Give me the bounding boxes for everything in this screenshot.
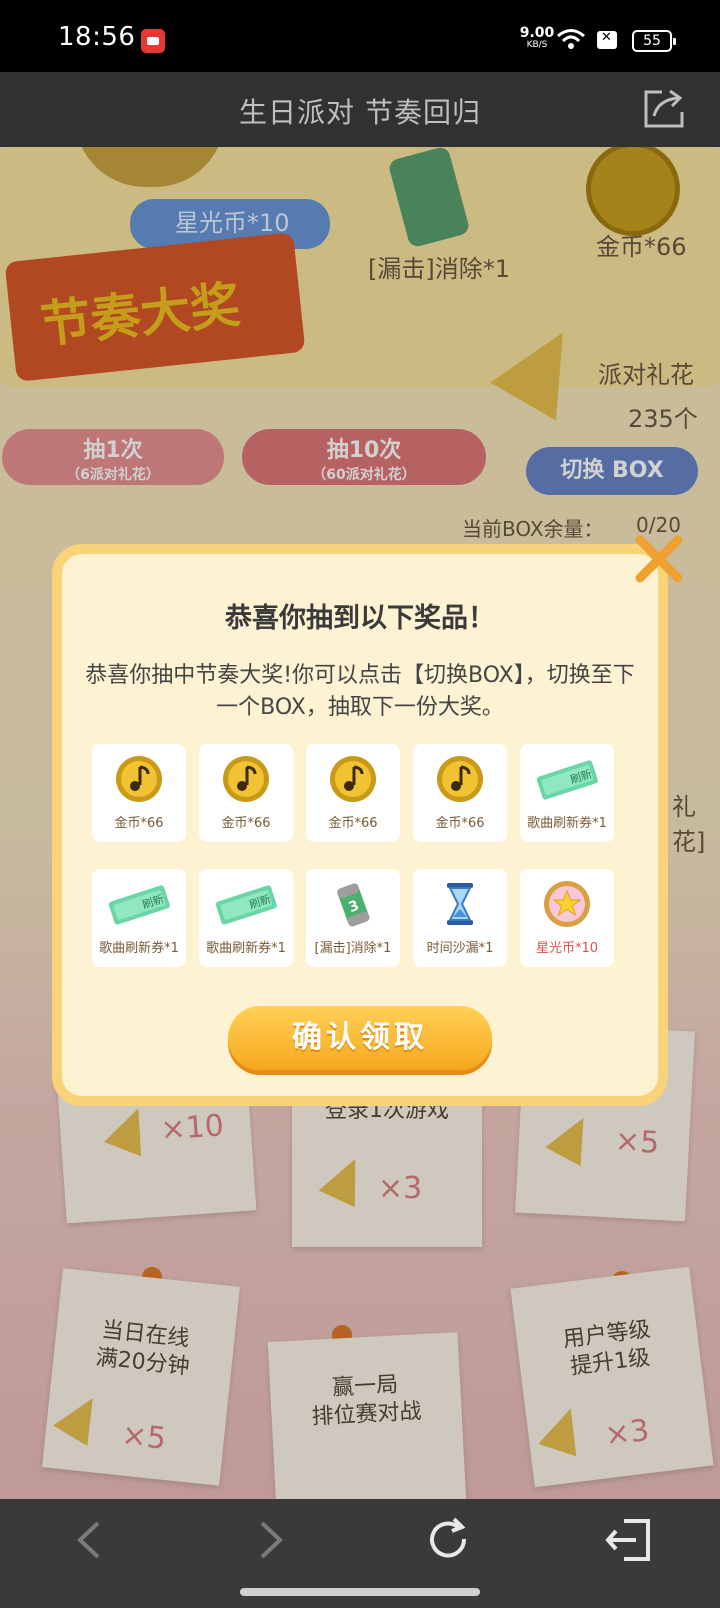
prize-item: 3 [漏击]消除*1 — [306, 869, 400, 967]
refresh-icon[interactable] — [424, 1515, 474, 1565]
prize-label: 星光币*10 — [535, 941, 599, 956]
gold-coin-icon — [330, 756, 376, 802]
gold-coin-icon — [116, 756, 162, 802]
refresh-ticket-icon: 刷新 — [215, 885, 277, 925]
prize-label: [漏击]消除*1 — [314, 941, 392, 956]
prize-item: 金币*66 — [306, 744, 400, 842]
refresh-ticket-icon: 刷新 — [108, 885, 170, 925]
prize-label: 金币*66 — [328, 816, 378, 831]
prize-label: 歌曲刷新券*1 — [99, 941, 179, 956]
gold-coin-icon — [223, 756, 269, 802]
prize-item: 金币*66 — [413, 744, 507, 842]
network-speed-unit: KB/S — [526, 40, 548, 50]
exit-icon[interactable] — [604, 1515, 654, 1565]
network-speed: 9.00 KB/S — [517, 26, 557, 50]
no-sim-icon — [597, 30, 617, 49]
prize-dialog: 恭喜你抽到以下奖品！ 恭喜你抽中节奏大奖!你可以点击【切换BOX】，切换至下一个… — [52, 544, 668, 1106]
prize-item: 金币*66 — [92, 744, 186, 842]
prize-label: 金币*66 — [114, 816, 164, 831]
prize-item: 星光币*10 — [520, 869, 614, 967]
prize-item: 刷新 歌曲刷新券*1 — [199, 869, 293, 967]
refresh-ticket-icon: 刷新 — [536, 760, 598, 800]
battery-icon: 55 — [632, 30, 676, 52]
status-bar: 18:56 9.00 KB/S 55 — [0, 0, 720, 72]
prize-item: 金币*66 — [199, 744, 293, 842]
prize-label: 时间沙漏*1 — [426, 941, 494, 956]
prize-label: 金币*66 — [435, 816, 485, 831]
confirm-claim-button[interactable]: 确认领取 — [228, 1006, 492, 1070]
back-icon[interactable] — [66, 1515, 116, 1565]
gold-coin-icon — [437, 756, 483, 802]
miss-clear-battery-icon: 3 — [337, 883, 370, 927]
status-time: 18:56 — [58, 22, 136, 52]
screen-record-icon — [141, 29, 165, 53]
forward-icon[interactable] — [244, 1515, 294, 1565]
wifi-icon — [557, 29, 585, 49]
prize-label: 歌曲刷新券*1 — [206, 941, 286, 956]
network-speed-value: 9.00 — [519, 25, 555, 41]
prize-item: 刷新 歌曲刷新券*1 — [520, 744, 614, 842]
close-icon[interactable] — [630, 530, 688, 588]
dialog-description: 恭喜你抽中节奏大奖!你可以点击【切换BOX】，切换至下一个BOX，抽取下一份大奖… — [85, 663, 635, 720]
prize-label: 金币*66 — [221, 816, 271, 831]
prize-item: 刷新 歌曲刷新券*1 — [92, 869, 186, 967]
home-indicator[interactable] — [240, 1588, 480, 1596]
prize-item: 时间沙漏*1 — [413, 869, 507, 967]
prize-label: 歌曲刷新券*1 — [527, 816, 607, 831]
dialog-title: 恭喜你抽到以下奖品！ — [225, 603, 495, 634]
hourglass-icon — [447, 883, 473, 925]
star-coin-icon — [544, 881, 590, 927]
